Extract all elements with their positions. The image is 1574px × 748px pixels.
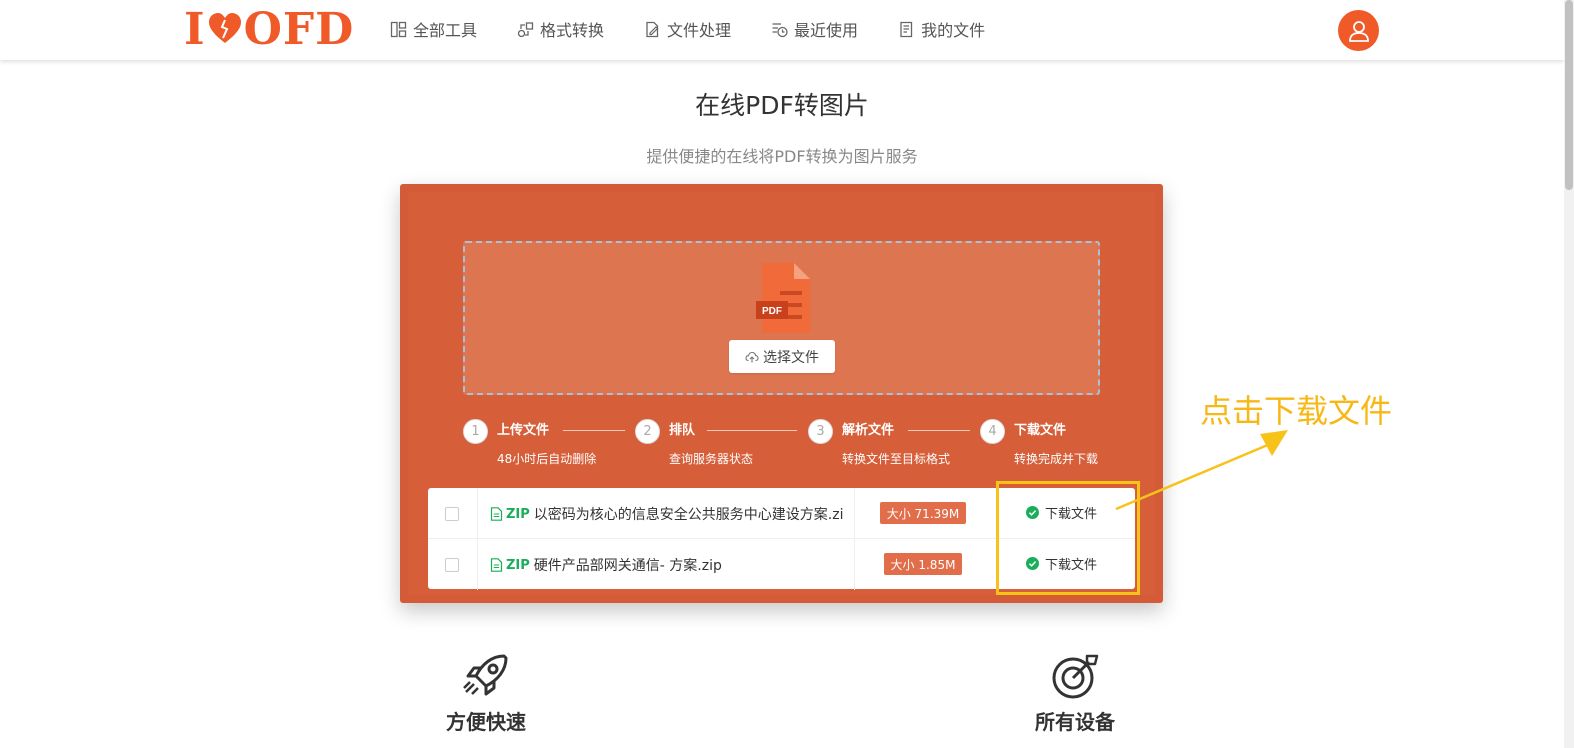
nav-label: 格式转换: [540, 21, 605, 40]
step-number: 1: [463, 419, 488, 444]
callout-text: 点击下载文件: [1200, 392, 1393, 430]
convert-icon: [517, 21, 534, 37]
file-size-badge: 大小 71.39M: [880, 502, 966, 524]
user-icon: [1348, 20, 1369, 42]
nav-my-files[interactable]: 我的文件: [898, 16, 985, 42]
step-title: 排队: [669, 423, 696, 438]
feature-label: 所有设备: [1035, 710, 1115, 734]
row-checkbox[interactable]: [445, 507, 459, 521]
top-header: I OFD 全部工具 格式转换 文件处理 最近使用 我的文件: [0, 0, 1564, 60]
file-ext-label: ZIP: [506, 506, 530, 522]
row-checkbox[interactable]: [445, 558, 459, 572]
step-desc: 转换文件至目标格式: [842, 452, 951, 466]
my-files-icon: [900, 21, 913, 37]
nav-label: 最近使用: [794, 21, 859, 40]
file-name: 以密码为核心的信息安全公共服务中心建设方案.zi: [533, 507, 844, 523]
column-divider: [477, 539, 478, 590]
step-title: 上传文件: [497, 423, 550, 438]
pdf-file-icon: PDF: [756, 263, 810, 333]
document-icon: [490, 507, 503, 521]
feature-fast: 方便快速: [416, 650, 556, 735]
file-name: 硬件产品部网关通信- 方案.zip: [533, 558, 722, 574]
callout-arrow-icon: [1115, 430, 1288, 511]
nav-all-tools[interactable]: 全部工具: [390, 16, 477, 42]
step-title: 解析文件: [842, 423, 895, 438]
feature-label: 方便快速: [446, 710, 526, 734]
page-title: 在线PDF转图片: [695, 91, 869, 120]
page-subtitle: 提供便捷的在线将PDF转换为图片服务: [646, 147, 918, 166]
nav-label: 文件处理: [667, 21, 732, 40]
nav-format-convert[interactable]: 格式转换: [517, 16, 604, 42]
column-divider: [477, 488, 478, 539]
select-file-button[interactable]: 选择文件: [729, 340, 835, 373]
step-number: 2: [635, 419, 660, 444]
nav-recent[interactable]: 最近使用: [771, 16, 858, 42]
pdf-icon-label: PDF: [762, 306, 782, 317]
step-connector: [707, 430, 797, 431]
nav-file-process[interactable]: 文件处理: [644, 16, 731, 42]
logo[interactable]: I OFD: [184, 3, 355, 55]
file-name-cell: ZIP 以密码为核心的信息安全公共服务中心建设方案.zi: [490, 504, 850, 524]
step-number: 3: [808, 419, 833, 444]
user-avatar-button[interactable]: [1338, 10, 1379, 51]
recent-icon: [772, 22, 788, 37]
file-edit-icon: [646, 21, 659, 37]
file-ext-label: ZIP: [506, 557, 530, 573]
nav-label: 我的文件: [921, 21, 986, 40]
nav-label: 全部工具: [413, 21, 478, 40]
progress-steps: 1 上传文件 48小时后自动删除 2 排队 查询服务器状态 3 解析文件 转换文…: [455, 416, 1155, 476]
main-nav: 全部工具 格式转换 文件处理 最近使用 我的文件: [390, 16, 1025, 42]
file-dropzone[interactable]: PDF 选择文件: [463, 241, 1100, 395]
rocket-icon: [463, 654, 508, 696]
select-file-label: 选择文件: [763, 349, 819, 366]
step-title: 下载文件: [1014, 423, 1067, 438]
file-name-cell: ZIP 硬件产品部网关通信- 方案.zip: [490, 555, 850, 575]
step-connector: [908, 430, 970, 431]
step-number: 4: [980, 419, 1005, 444]
cloud-upload-icon: [745, 351, 759, 362]
document-icon: [490, 558, 503, 572]
logo-text-i: I: [184, 3, 206, 55]
heart-logo-icon: [208, 13, 241, 43]
step-connector: [563, 430, 625, 431]
step-desc: 48小时后自动删除: [497, 452, 597, 466]
target-icon: [1052, 654, 1099, 699]
column-divider: [854, 539, 855, 590]
step-desc: 查询服务器状态: [669, 452, 754, 466]
logo-text-ofd: OFD: [243, 3, 355, 55]
column-divider: [854, 488, 855, 539]
feature-all-devices: 所有设备: [1005, 650, 1145, 735]
file-size-badge: 大小 1.85M: [884, 553, 962, 575]
step-desc: 转换完成并下载: [1014, 452, 1099, 466]
grid-icon: [390, 21, 407, 37]
scrollbar-thumb[interactable]: [1565, 0, 1573, 190]
